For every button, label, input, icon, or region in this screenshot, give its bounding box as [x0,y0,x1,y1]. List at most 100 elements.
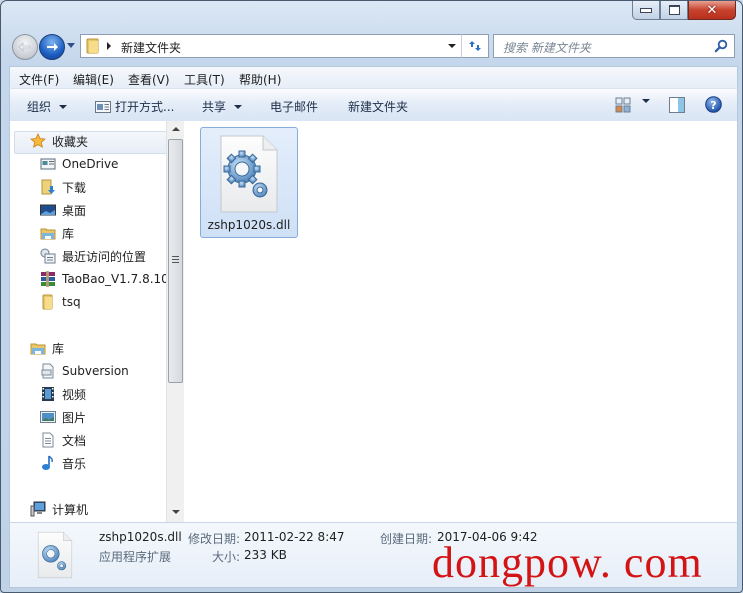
size-value: 233 KB [244,548,287,562]
modified-date-value: 2011-02-22 8:47 [244,530,345,544]
email-label: 电子邮件 [270,100,319,114]
back-arrow-icon [18,42,31,52]
navigation-pane: 收藏夹 OneDrive 下载 桌面 库 最近访问的位置 TaoBao_V1.7… [10,121,170,522]
star-icon [30,133,46,148]
downloads-icon [41,179,55,195]
sidebar-item-desktop[interactable]: 桌面 [40,200,86,220]
sidebar-item-documents[interactable]: 文档 [40,430,86,450]
close-icon: ✕ [706,2,718,18]
file-item[interactable]: zshp1020s.dll [200,127,298,238]
breadcrumb-current-folder[interactable]: 新建文件夹 [121,39,181,56]
sidebar-item-library[interactable]: 库 [40,223,74,243]
new-folder-label: 新建文件夹 [348,100,409,114]
command-bar: 组织 打开方式... 共享 电子邮件 新建文件夹 ? [9,88,738,122]
videos-icon [42,387,54,401]
scroll-up-icon[interactable] [172,127,180,131]
breadcrumb-chevron-icon[interactable] [107,42,111,50]
sidebar-item-label: Subversion [62,364,129,378]
sidebar-item-label: 图片 [62,410,87,425]
sidebar-item-recent-places[interactable]: 最近访问的位置 [40,246,146,266]
share-label: 共享 [202,100,227,114]
scrollbar-thumb[interactable] [168,139,183,383]
change-view-icon [615,97,631,113]
email-button[interactable]: 电子邮件 [270,98,318,115]
sidebar-item-label: 下载 [62,180,87,195]
library-icon [40,228,56,240]
sidebar-group-label: 收藏夹 [52,134,89,149]
new-folder-button[interactable]: 新建文件夹 [348,98,408,115]
sidebar-item-label: OneDrive [62,157,119,171]
computer-icon [30,501,46,517]
help-button[interactable]: ? [705,96,722,113]
dll-file-icon [37,531,73,579]
created-date-label: 创建日期: [380,532,433,546]
subversion-icon [41,363,54,379]
documents-icon [42,432,54,448]
chevron-down-icon [59,104,68,109]
sidebar-item-tsq[interactable]: tsq [40,292,81,312]
sidebar-group-favorites[interactable]: 收藏夹 [30,131,88,151]
maximize-icon [668,5,680,15]
search-box[interactable]: 搜索 新建文件夹 [493,34,735,58]
sidebar-item-videos[interactable]: 视频 [40,384,86,404]
content-area: 收藏夹 OneDrive 下载 桌面 库 最近访问的位置 TaoBao_V1.7… [9,121,738,522]
sidebar-item-taobao[interactable]: TaoBao_V1.7.8.10_ [40,269,170,289]
open-with-label: 打开方式... [115,100,175,114]
search-input[interactable]: 搜索 新建文件夹 [503,39,591,56]
sidebar-item-downloads[interactable]: 下载 [40,177,86,197]
view-options-dropdown[interactable] [638,99,650,103]
menu-file[interactable]: 文件(F) [19,71,59,88]
details-file-type: 应用程序扩展 [99,550,172,564]
sidebar-item-label: 视频 [62,387,87,402]
change-view-button[interactable] [615,97,631,113]
winrar-archive-icon [41,271,55,287]
sidebar-item-music[interactable]: 音乐 [40,453,86,473]
open-with-button[interactable]: 打开方式... [95,98,174,115]
refresh-button[interactable] [461,34,489,58]
music-icon [42,455,53,470]
sidebar-item-label: 库 [62,226,75,241]
modified-date-label: 修改日期: [188,532,241,546]
folder-icon [42,294,53,310]
open-with-icon [95,100,111,113]
maximize-button[interactable] [660,1,688,20]
sidebar-group-computer[interactable]: 计算机 [30,499,88,519]
watermark-text: dongpow. com [432,538,703,587]
menu-bar: 文件(F) 编辑(E) 查看(V) 工具(T) 帮助(H) [9,66,738,89]
sidebar-item-label: tsq [62,295,81,309]
scroll-down-icon[interactable] [172,510,180,514]
forward-arrow-icon [47,43,58,51]
sidebar-item-pictures[interactable]: 图片 [40,407,86,427]
preview-pane-icon [669,97,685,113]
onedrive-icon [40,158,56,170]
forward-button[interactable] [39,34,65,60]
file-list: zshp1020s.dll [185,121,737,522]
chevron-down-icon [234,104,243,109]
organize-button[interactable]: 组织 [27,98,68,115]
minimize-button[interactable] [632,1,660,20]
explorer-window: ✕ 新建文件夹 搜索 新建文件夹 文件(F) 编辑(E) 查看(V) 工具(T)… [0,0,743,593]
sidebar-item-onedrive[interactable]: OneDrive [40,154,118,174]
recent-places-icon [40,248,56,264]
sidebar-item-subversion[interactable]: Subversion [40,361,129,381]
menu-view[interactable]: 查看(V) [128,71,170,88]
back-button[interactable] [12,34,38,60]
sidebar-group-libraries[interactable]: 库 [30,338,64,358]
menu-edit[interactable]: 编辑(E) [73,71,114,88]
preview-pane-button[interactable] [669,97,685,113]
minimize-icon [640,7,652,13]
address-bar[interactable]: 新建文件夹 [80,34,463,58]
pictures-icon [40,411,56,423]
navigation-pane-scrollbar[interactable] [166,121,184,522]
dll-file-icon [220,135,278,213]
library-icon [30,343,46,355]
organize-label: 组织 [27,100,52,114]
share-button[interactable]: 共享 [202,98,243,115]
menu-help[interactable]: 帮助(H) [239,71,281,88]
search-icon[interactable] [714,39,728,53]
address-dropdown-icon[interactable] [448,44,456,48]
file-name: zshp1020s.dll [207,218,291,232]
menu-tools[interactable]: 工具(T) [184,71,225,88]
close-button[interactable]: ✕ [688,1,736,20]
recent-pages-dropdown[interactable] [67,43,75,48]
